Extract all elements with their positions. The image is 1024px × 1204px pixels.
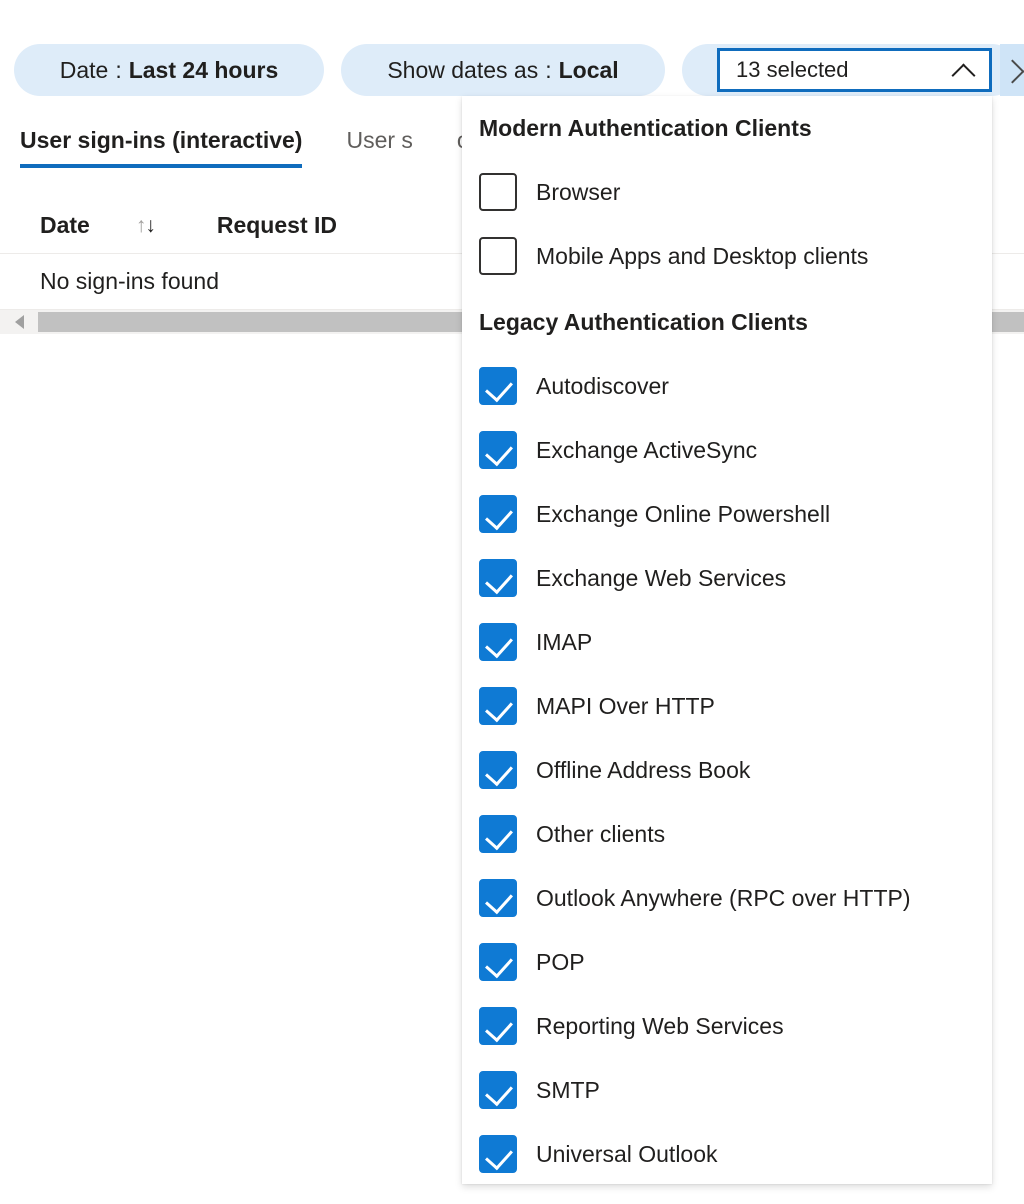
client-app-combobox-value: 13 selected — [736, 59, 849, 81]
legacy-auth-option-label: Exchange ActiveSync — [536, 437, 757, 464]
legacy-auth-option[interactable]: Offline Address Book — [462, 738, 992, 802]
checkbox-checked-icon[interactable] — [479, 431, 517, 469]
checkbox-checked-icon[interactable] — [479, 815, 517, 853]
legacy-auth-option[interactable]: Universal Outlook — [462, 1122, 992, 1184]
legacy-auth-option[interactable]: Outlook Anywhere (RPC over HTTP) — [462, 866, 992, 930]
checkbox-checked-icon[interactable] — [479, 687, 517, 725]
filter-bar: Date : Last 24 hours Show dates as : Loc… — [0, 0, 1024, 104]
sort-icon[interactable]: ↑↓ — [136, 215, 155, 236]
page-root: Date : Last 24 hours Show dates as : Loc… — [0, 0, 1024, 1204]
legacy-auth-option-label: Outlook Anywhere (RPC over HTTP) — [536, 885, 911, 912]
client-app-combobox[interactable]: 13 selected — [717, 48, 992, 92]
column-header-date-label: Date — [40, 212, 90, 239]
legacy-auth-option-label: Autodiscover — [536, 373, 669, 400]
legacy-auth-option-label: MAPI Over HTTP — [536, 693, 715, 720]
dropdown-group-title-modern: Modern Authentication Clients — [462, 96, 992, 160]
legacy-auth-option-label: POP — [536, 949, 585, 976]
checkbox-checked-icon[interactable] — [479, 559, 517, 597]
filter-chip-date-key: Date — [60, 57, 109, 84]
checkbox-checked-icon[interactable] — [479, 495, 517, 533]
legacy-auth-option[interactable]: Other clients — [462, 802, 992, 866]
filter-chip-show-dates-value: Local — [559, 57, 619, 84]
checkbox-unchecked-icon[interactable] — [479, 237, 517, 275]
caret-left-icon[interactable] — [0, 310, 38, 334]
modern-auth-option[interactable]: Mobile Apps and Desktop clients — [462, 224, 992, 288]
legacy-auth-option-label: Other clients — [536, 821, 665, 848]
dropdown-group-title-legacy: Legacy Authentication Clients — [462, 290, 992, 354]
checkbox-unchecked-icon[interactable] — [479, 173, 517, 211]
checkbox-checked-icon[interactable] — [479, 1007, 517, 1045]
legacy-auth-option[interactable]: Autodiscover — [462, 354, 992, 418]
dropdown-group-modern-options: Browser Mobile Apps and Desktop clients — [462, 160, 992, 288]
filter-chip-show-dates-as[interactable]: Show dates as : Local — [341, 44, 665, 96]
legacy-auth-option[interactable]: MAPI Over HTTP — [462, 674, 992, 738]
caret-left-glyph — [15, 315, 24, 329]
legacy-auth-option-label: Exchange Online Powershell — [536, 501, 830, 528]
legacy-auth-option-label: Offline Address Book — [536, 757, 750, 784]
tab-active-underline — [20, 164, 302, 168]
legacy-auth-option[interactable]: Reporting Web Services — [462, 994, 992, 1058]
checkbox-checked-icon[interactable] — [479, 943, 517, 981]
modern-auth-option-label: Mobile Apps and Desktop clients — [536, 243, 868, 270]
legacy-auth-option-label: Universal Outlook — [536, 1141, 718, 1168]
checkbox-checked-icon[interactable] — [479, 751, 517, 789]
column-header-request-id[interactable]: Request ID — [217, 212, 337, 239]
checkbox-checked-icon[interactable] — [479, 1071, 517, 1109]
filter-chip-date-value: Last 24 hours — [129, 57, 279, 84]
table-empty-message: No sign-ins found — [40, 268, 219, 295]
legacy-auth-option[interactable]: Exchange Web Services — [462, 546, 992, 610]
tab-user-sign-ins-secondary-label: User s — [346, 127, 412, 154]
client-app-dropdown-panel: Modern Authentication Clients Browser Mob… — [462, 96, 992, 1184]
checkbox-checked-icon[interactable] — [479, 879, 517, 917]
column-header-date[interactable]: Date ↑↓ — [40, 212, 155, 239]
sort-descending-icon: ↓ — [145, 215, 155, 236]
legacy-auth-option-label: SMTP — [536, 1077, 600, 1104]
tab-user-sign-ins-secondary[interactable]: User s — [346, 112, 412, 168]
legacy-auth-option[interactable]: POP — [462, 930, 992, 994]
legacy-auth-option[interactable]: SMTP — [462, 1058, 992, 1122]
filter-chip-date[interactable]: Date : Last 24 hours — [14, 44, 324, 96]
checkbox-checked-icon[interactable] — [479, 367, 517, 405]
filter-chip-date-separator: : — [115, 57, 121, 84]
tab-user-sign-ins-interactive-label: User sign-ins (interactive) — [20, 127, 302, 154]
tab-user-sign-ins-interactive[interactable]: User sign-ins (interactive) — [20, 112, 302, 168]
dropdown-group-legacy-options: Autodiscover Exchange ActiveSync Exchange … — [462, 354, 992, 1184]
legacy-auth-option[interactable]: IMAP — [462, 610, 992, 674]
filter-scroll-next-button[interactable] — [1000, 44, 1024, 96]
legacy-auth-option-label: Exchange Web Services — [536, 565, 786, 592]
checkbox-checked-icon[interactable] — [479, 623, 517, 661]
chevron-up-icon[interactable] — [951, 62, 977, 78]
modern-auth-option-label: Browser — [536, 179, 620, 206]
legacy-auth-option-label: Reporting Web Services — [536, 1013, 784, 1040]
column-header-request-id-label: Request ID — [217, 212, 337, 239]
modern-auth-option[interactable]: Browser — [462, 160, 992, 224]
checkbox-checked-icon[interactable] — [479, 1135, 517, 1173]
chevron-right-icon — [1002, 59, 1024, 81]
legacy-auth-option-label: IMAP — [536, 629, 592, 656]
filter-chip-show-dates-key: Show dates as — [387, 57, 538, 84]
legacy-auth-option[interactable]: Exchange ActiveSync — [462, 418, 992, 482]
legacy-auth-option[interactable]: Exchange Online Powershell — [462, 482, 992, 546]
filter-chip-show-dates-separator: : — [545, 57, 551, 84]
sort-ascending-icon: ↑ — [136, 215, 146, 236]
